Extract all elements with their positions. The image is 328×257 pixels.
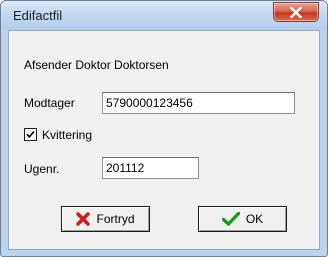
red-x-icon <box>76 212 91 226</box>
cancel-button-label: Fortryd <box>96 212 135 226</box>
dialog-window: Edifactfil Afsender Doktor Doktorsen Mod… <box>0 0 328 257</box>
title-bar[interactable]: Edifactfil <box>1 1 327 30</box>
receipt-checkbox[interactable] <box>24 128 37 141</box>
close-button[interactable] <box>273 2 319 22</box>
window-title: Edifactfil <box>13 8 63 23</box>
ok-button[interactable]: OK <box>198 206 287 232</box>
close-x-icon <box>290 6 302 18</box>
ok-button-label: OK <box>245 212 264 226</box>
receipt-label[interactable]: Kvittering <box>42 128 92 142</box>
sender-text: Afsender Doktor Doktorsen <box>24 58 169 72</box>
checkmark-icon <box>26 130 35 139</box>
week-field[interactable]: 201112 <box>102 157 199 179</box>
green-check-icon <box>221 212 240 226</box>
recipient-label: Modtager <box>24 96 75 110</box>
dialog-body: Afsender Doktor Doktorsen Modtager 57900… <box>8 30 320 250</box>
week-label: Ugenr. <box>24 162 60 176</box>
cancel-button[interactable]: Fortryd <box>61 206 150 232</box>
recipient-field[interactable]: 5790000123456 <box>102 92 295 114</box>
